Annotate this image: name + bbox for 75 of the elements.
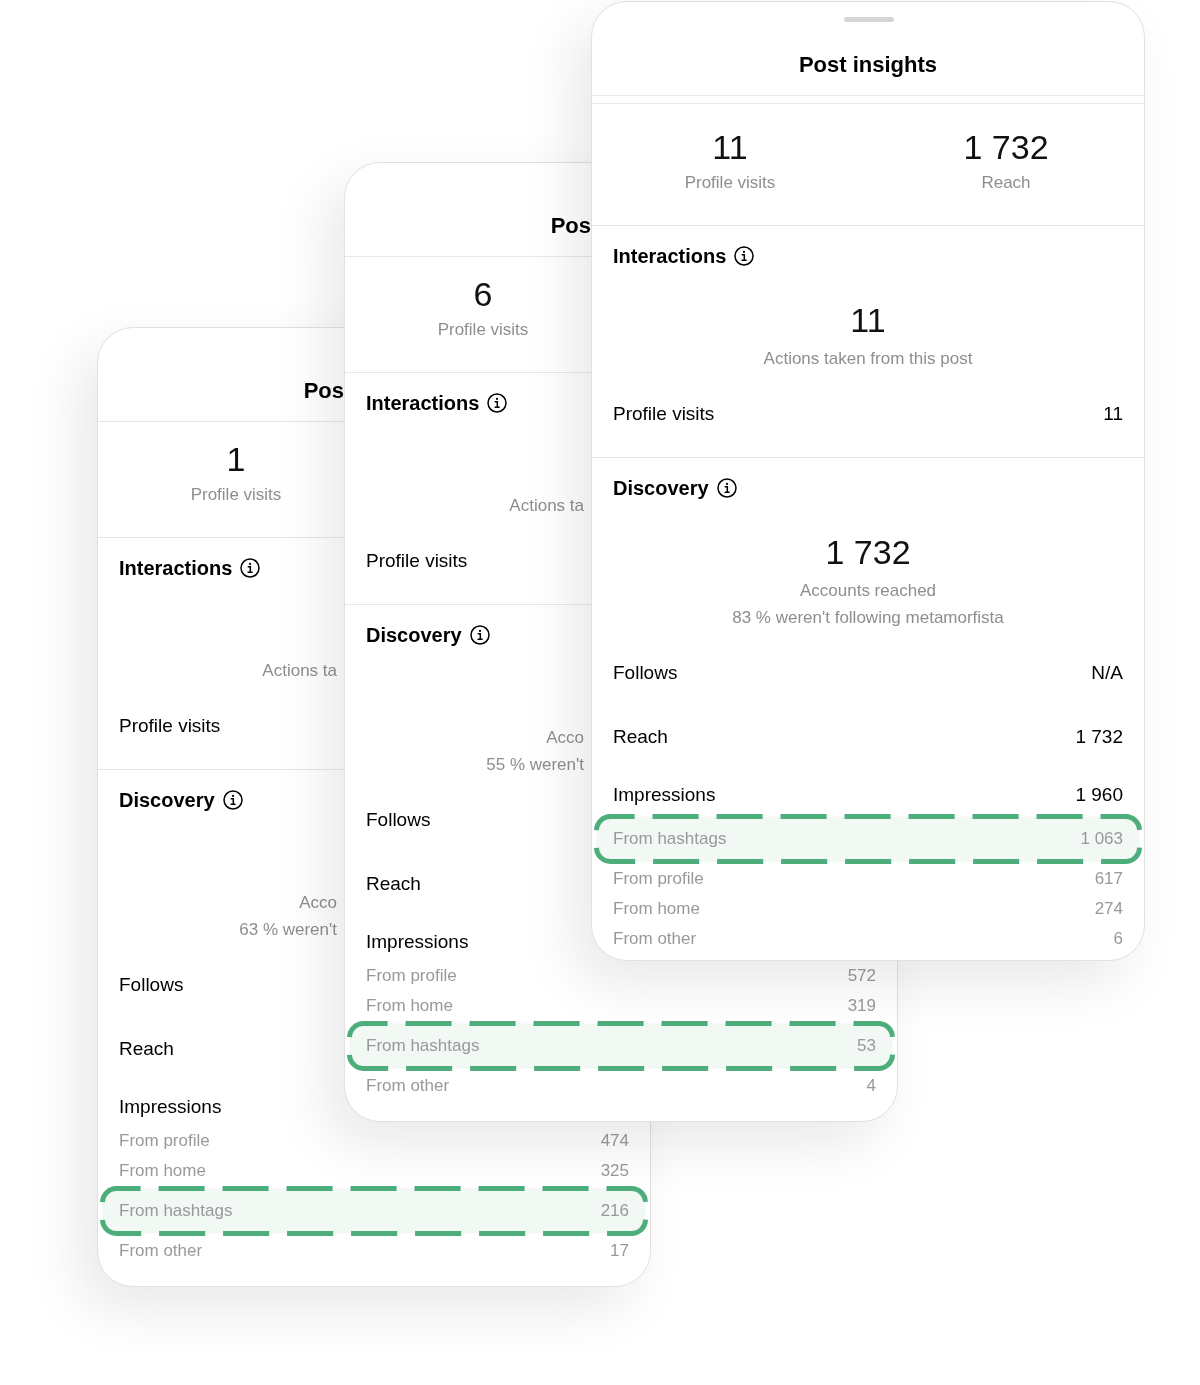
row-label: Impressions: [119, 1095, 222, 1119]
metric-value: 11: [850, 301, 886, 339]
breakdown-label: From profile: [119, 1130, 210, 1152]
metric-caption: Acco: [299, 892, 337, 914]
info-icon[interactable]: [734, 246, 755, 266]
breakdown-value: 6: [1113, 928, 1123, 950]
row-label: Follows: [119, 973, 184, 997]
breakdown-label: From hashtags: [613, 828, 727, 850]
breakdown-label: From profile: [613, 868, 704, 890]
row-label: Profile visits: [613, 402, 715, 426]
stat-value: 1: [226, 439, 246, 479]
info-icon[interactable]: [487, 393, 508, 413]
breakdown-value: 1 063: [1080, 828, 1123, 850]
breakdown-value: 572: [847, 965, 876, 987]
stat-label: Profile visits: [190, 484, 282, 506]
row-label: Follows: [613, 661, 678, 685]
breakdown-value: 274: [1094, 898, 1123, 920]
section-heading: Discovery: [366, 623, 462, 648]
metric-caption: Accounts reached: [799, 580, 937, 602]
section-heading: Interactions: [119, 556, 233, 581]
row-label: Impressions: [366, 930, 469, 954]
breakdown-label: From profile: [366, 965, 457, 987]
metric-subcaption: 83 % weren't following metamorfista: [732, 607, 1004, 629]
card-title: Pos: [550, 213, 591, 238]
row-label: Reach: [366, 872, 421, 896]
row-value: N/A: [1091, 661, 1123, 685]
breakdown-label: From other: [613, 928, 697, 950]
drag-handle[interactable]: [844, 17, 894, 22]
breakdown-label: From hashtags: [119, 1200, 233, 1222]
breakdown-value: 319: [847, 995, 876, 1017]
stat-value: 1 732: [963, 127, 1049, 167]
card-title: Pos: [303, 378, 344, 403]
breakdown-value: 17: [610, 1240, 629, 1262]
section-heading: Interactions: [366, 391, 480, 416]
breakdown-value: 474: [600, 1130, 629, 1152]
row-label: Profile visits: [366, 549, 468, 573]
row-label: Follows: [366, 808, 431, 832]
metric-subcaption: 63 % weren't: [239, 919, 337, 941]
metric-value: 1 732: [825, 533, 911, 571]
breakdown-label: From home: [366, 995, 453, 1017]
section-heading: Discovery: [613, 476, 709, 501]
breakdown-value: 4: [866, 1075, 876, 1097]
breakdown-value: 617: [1094, 868, 1123, 890]
metric-caption: Acco: [546, 727, 584, 749]
breakdown-value: 216: [600, 1200, 629, 1222]
stat-label: Profile visits: [684, 172, 776, 194]
section-heading: Interactions: [613, 244, 727, 269]
stat-value: 6: [473, 274, 493, 314]
stat-value: 11: [712, 127, 748, 167]
info-icon[interactable]: [240, 558, 261, 578]
metric-subcaption: 55 % weren't: [486, 754, 584, 776]
row-label: Reach: [119, 1037, 174, 1061]
metric-caption: Actions ta: [262, 660, 337, 682]
row-label: Profile visits: [119, 714, 221, 738]
row-label: Impressions: [613, 783, 716, 807]
breakdown-value: 53: [857, 1035, 876, 1057]
breakdown-label: From other: [366, 1075, 450, 1097]
row-value: 1 960: [1075, 783, 1123, 807]
row-label: Reach: [613, 725, 668, 749]
breakdown-label: From other: [119, 1240, 203, 1262]
section-heading: Discovery: [119, 788, 215, 813]
breakdown-value: 325: [600, 1160, 629, 1182]
metric-caption: Actions taken from this post: [763, 348, 973, 370]
breakdown-label: From hashtags: [366, 1035, 480, 1057]
stat-label: Profile visits: [437, 319, 529, 341]
row-value: 11: [1103, 402, 1123, 426]
breakdown-label: From home: [613, 898, 700, 920]
stat-label: Reach: [981, 172, 1031, 194]
card-title: Post insights: [798, 52, 938, 77]
breakdown-label: From home: [119, 1160, 206, 1182]
info-icon[interactable]: [716, 478, 737, 498]
metric-caption: Actions ta: [509, 495, 584, 517]
row-value: 1 732: [1075, 725, 1123, 749]
info-icon[interactable]: [469, 625, 490, 645]
info-icon[interactable]: [222, 790, 243, 810]
